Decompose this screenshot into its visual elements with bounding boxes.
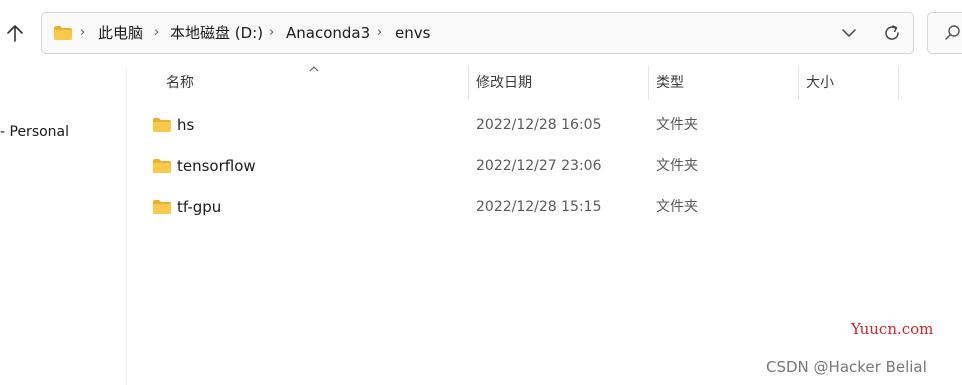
breadcrumb-this-pc[interactable]: 此电脑 (98, 13, 143, 53)
arrow-up-icon (7, 25, 23, 42)
file-date-modified: 2022/12/28 16:05 (476, 117, 602, 133)
file-type: 文件夹 (656, 199, 698, 215)
column-divider[interactable] (468, 66, 469, 100)
sort-ascending-icon (309, 66, 319, 72)
folder-icon (153, 200, 171, 214)
column-divider[interactable] (648, 66, 649, 100)
nav-item-personal[interactable]: - Personal (0, 124, 69, 140)
file-explorer-window: › 此电脑 › 本地磁盘 (D:) › Anaconda3 › envs - P… (0, 0, 962, 385)
folder-icon (153, 118, 171, 132)
address-dropdown-button[interactable] (839, 24, 859, 42)
chevron-down-icon (842, 29, 856, 38)
folder-icon (54, 26, 72, 40)
pane-divider[interactable] (126, 68, 127, 385)
breadcrumb-envs[interactable]: envs (395, 13, 430, 53)
search-box[interactable] (927, 12, 962, 54)
column-header-date-modified[interactable]: 修改日期 (476, 66, 532, 100)
folder-icon (153, 159, 171, 173)
file-date-modified: 2022/12/28 15:15 (476, 199, 602, 215)
column-header-size[interactable]: 大小 (806, 66, 834, 100)
file-name: tensorflow (177, 157, 256, 175)
file-name: tf-gpu (177, 198, 222, 216)
chevron-right-icon: › (80, 25, 86, 40)
address-bar[interactable]: › 此电脑 › 本地磁盘 (D:) › Anaconda3 › envs (41, 12, 914, 54)
column-header-name[interactable]: 名称 (166, 66, 194, 100)
file-type: 文件夹 (656, 117, 698, 133)
file-row[interactable]: tensorflow 2022/12/27 23:06 文件夹 (140, 149, 760, 183)
file-row[interactable]: hs 2022/12/28 16:05 文件夹 (140, 108, 760, 142)
file-name: hs (177, 116, 195, 134)
navigation-pane (0, 68, 126, 385)
column-header-type[interactable]: 类型 (656, 66, 684, 100)
watermark-author: CSDN @Hacker Belial (766, 358, 927, 376)
column-divider[interactable] (898, 66, 899, 100)
refresh-icon (885, 25, 899, 40)
chevron-right-icon: › (377, 25, 383, 40)
breadcrumb-anaconda3[interactable]: Anaconda3 (286, 13, 370, 53)
search-icon (945, 25, 960, 40)
file-type: 文件夹 (656, 158, 698, 174)
file-row[interactable]: tf-gpu 2022/12/28 15:15 文件夹 (140, 190, 760, 224)
file-date-modified: 2022/12/27 23:06 (476, 158, 602, 174)
column-divider[interactable] (798, 66, 799, 100)
refresh-button[interactable] (882, 23, 902, 43)
chevron-right-icon: › (154, 25, 160, 40)
chevron-right-icon: › (269, 25, 275, 40)
up-button[interactable] (2, 19, 28, 47)
breadcrumb-local-disk[interactable]: 本地磁盘 (D:) (170, 13, 263, 53)
watermark-site: Yuucn.com (851, 320, 934, 338)
